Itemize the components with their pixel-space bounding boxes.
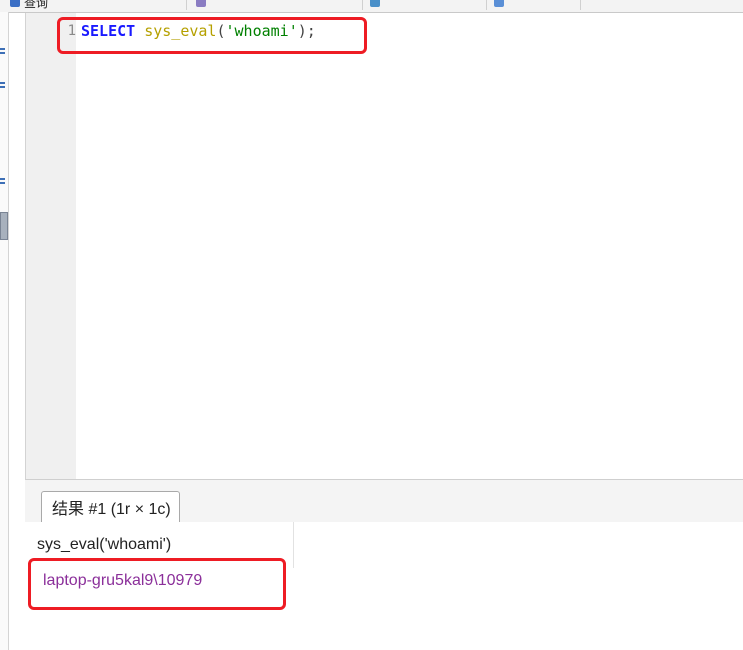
tab-query[interactable]: 查询 [4, 0, 187, 10]
sql-editor[interactable]: 1 SELECT sys_eval('whoami'); [25, 13, 743, 480]
tab-data[interactable] [488, 0, 581, 10]
result-tab-label: 结果 #1 (1r × 1c) [52, 501, 171, 518]
tab-table[interactable] [190, 0, 363, 10]
sidebar-edge [0, 12, 9, 650]
tab-result-1[interactable]: 结果 #1 (1r × 1c) [41, 491, 180, 522]
query-highlight-box [57, 17, 367, 54]
sidebar-glyph [0, 82, 6, 92]
result-highlight-box [28, 558, 286, 610]
document-tab-strip: 查询 [0, 0, 743, 13]
line-number-gutter: 1 [26, 13, 76, 479]
data-icon [494, 0, 504, 7]
sidebar-glyph [0, 48, 6, 58]
column-divider [293, 522, 294, 568]
tab-grid[interactable] [364, 0, 487, 10]
result-tab-bar: 结果 #1 (1r × 1c) [25, 480, 743, 523]
tab-query-label: 查询 [24, 0, 49, 10]
sidebar-scroll-handle[interactable] [0, 212, 8, 240]
sidebar-glyph [0, 178, 6, 188]
column-header[interactable]: sys_eval('whoami') [37, 536, 171, 554]
grid-icon [370, 0, 380, 7]
table-icon [196, 0, 206, 7]
query-icon [10, 0, 20, 7]
